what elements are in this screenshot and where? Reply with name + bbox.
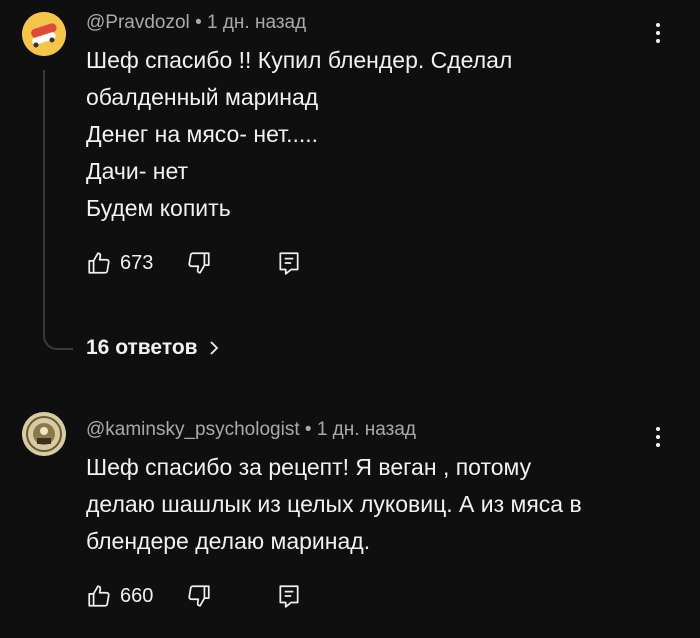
like-button[interactable]: 660 xyxy=(86,583,153,609)
reply-icon xyxy=(279,585,299,608)
comment-line: обалденный маринад xyxy=(86,84,319,110)
meta-separator: • xyxy=(195,12,202,33)
author-name[interactable]: @kaminsky_psychologist xyxy=(86,419,300,440)
comment-pravdozol: @Pravdozol • 1 дн. назад Шеф спасибо !! … xyxy=(0,0,700,380)
dislike-button[interactable] xyxy=(186,583,212,609)
thumbs-down-icon xyxy=(188,585,210,607)
reply-thread-line xyxy=(43,70,73,350)
dot-icon xyxy=(656,31,660,35)
skateboard-icon xyxy=(22,12,66,56)
chevron-right-icon xyxy=(209,341,218,355)
meta-separator: • xyxy=(304,419,312,440)
avatar[interactable] xyxy=(22,412,66,456)
thumbs-up-icon xyxy=(88,585,110,607)
dot-icon xyxy=(656,443,660,447)
reply-button[interactable] xyxy=(276,250,302,276)
replies-toggle[interactable]: 16 ответов xyxy=(86,336,220,360)
timestamp[interactable]: 1 дн. назад xyxy=(207,12,306,33)
replies-count-label: 16 ответов xyxy=(86,336,198,359)
dot-icon xyxy=(656,23,660,27)
emblem-icon xyxy=(22,412,66,456)
like-count: 660 xyxy=(120,584,154,607)
timestamp[interactable]: 1 дн. назад xyxy=(317,419,416,440)
comment-text: Шеф спасибо за рецепт! Я веган , потому … xyxy=(86,449,666,560)
comment-line: Дачи- нет xyxy=(86,158,189,184)
comment-line: Будем копить xyxy=(86,195,231,221)
comment-line: Шеф спасибо !! Купил блендер. Сделал xyxy=(86,47,513,73)
thumbs-up-icon xyxy=(88,252,110,274)
comment-line: делаю шашлык из целых луковиц. А из мяса… xyxy=(86,491,582,517)
avatar[interactable] xyxy=(22,12,66,56)
dot-icon xyxy=(656,435,660,439)
dot-icon xyxy=(656,427,660,431)
comment-actions: 673 xyxy=(86,250,386,284)
reply-icon xyxy=(279,252,299,275)
like-count: 673 xyxy=(120,251,154,274)
comment-meta: @Pravdozol • 1 дн. назад xyxy=(86,12,306,34)
author-name[interactable]: @Pravdozol xyxy=(86,12,190,33)
more-options-button[interactable] xyxy=(648,422,668,452)
like-button[interactable]: 673 xyxy=(86,250,153,276)
comment-line: Денег на мясо- нет..... xyxy=(86,121,319,147)
comment-line: Шеф спасибо за рецепт! Я веган , потому xyxy=(86,454,532,480)
comment-meta: @kaminsky_psychologist • 1 дн. назад xyxy=(86,419,416,441)
comment-kaminsky: @kaminsky_psychologist • 1 дн. назад Шеф… xyxy=(0,395,700,638)
dislike-button[interactable] xyxy=(186,250,212,276)
comment-text: Шеф спасибо !! Купил блендер. Сделал оба… xyxy=(86,42,666,227)
comment-actions: 660 xyxy=(86,583,386,617)
comment-line: блендере делаю маринад. xyxy=(86,528,371,554)
thumbs-down-icon xyxy=(188,252,210,274)
reply-button[interactable] xyxy=(276,583,302,609)
